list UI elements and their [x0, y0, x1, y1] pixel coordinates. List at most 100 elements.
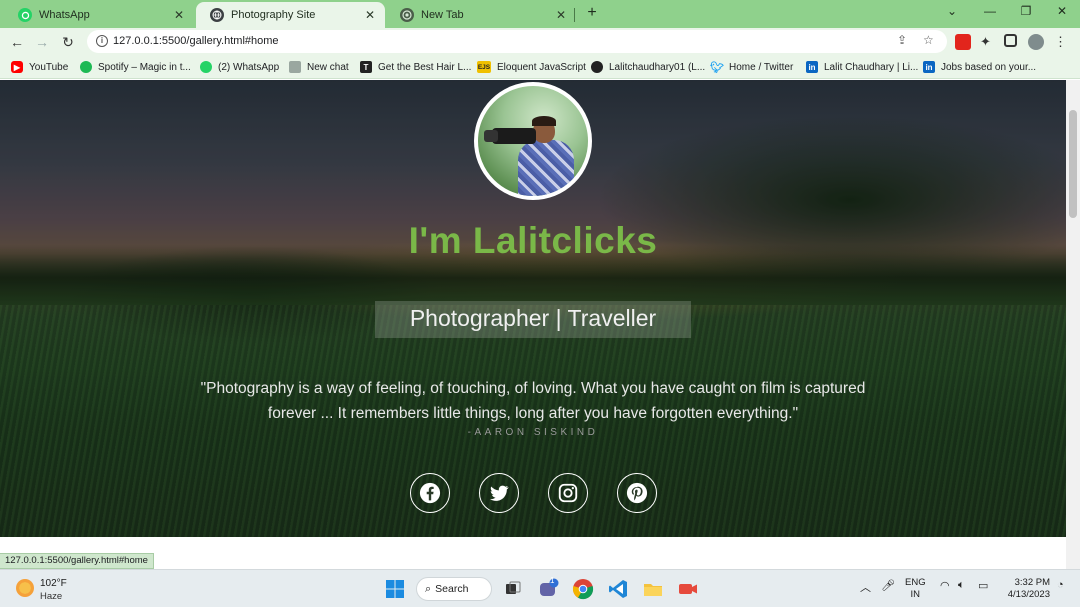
instagram-icon	[558, 483, 578, 503]
bookmark-youtube[interactable]: ▶ YouTube	[11, 60, 68, 74]
pinterest-icon	[626, 482, 648, 504]
tab-close-icon[interactable]: ✕	[363, 8, 377, 22]
taskbar-clock[interactable]: 3:32 PM 4/13/2023	[1002, 577, 1050, 601]
bookmark-label: YouTube	[29, 61, 69, 73]
twitter-link[interactable]	[479, 473, 519, 513]
new-tab-button[interactable]: +	[582, 3, 602, 23]
close-window-button[interactable]: ✕	[1044, 0, 1080, 24]
camera-app-icon[interactable]	[677, 578, 699, 600]
t-logo-icon: T	[360, 61, 372, 73]
tab-new-tab[interactable]: New Tab ✕	[386, 2, 576, 28]
github-icon	[591, 61, 603, 73]
bookmark-label: Get the Best Hair L...	[378, 61, 472, 73]
tab-close-icon[interactable]: ✕	[554, 8, 568, 22]
bookmark-label: Lalitchaudhary01 (L...	[609, 61, 706, 73]
forward-arrow-icon[interactable]: →	[32, 32, 52, 52]
bookmark-eloquent-js[interactable]: EJS Eloquent JavaScript	[477, 60, 586, 74]
photo-shirt	[518, 140, 574, 196]
language-code: ENG	[905, 577, 926, 588]
clock-date: 4/13/2023	[1007, 589, 1050, 600]
tab-title: Photography Site	[231, 9, 316, 21]
browser-toolbar: ← → ↻ i 127.0.0.1:5500/gallery.html#home…	[0, 28, 1080, 55]
tab-photography-site[interactable]: Photography Site ✕	[196, 2, 385, 28]
bookmark-star-icon[interactable]: ☆	[923, 33, 934, 47]
hero-headline: I'm Lalitclicks	[408, 220, 658, 261]
bookmark-hair[interactable]: T Get the Best Hair L...	[360, 60, 471, 74]
taskbar-search[interactable]: ⌕ Search	[416, 577, 492, 601]
restore-button[interactable]: ❐	[1008, 0, 1044, 24]
windows-taskbar: 102°F Haze ⌕ Search 1 ︿ 🎤︎ ENG IN ◠ 🔈︎ ▭…	[0, 569, 1080, 607]
teams-chat-icon[interactable]: 1	[537, 576, 559, 600]
tray-chevron-up-icon[interactable]: ︿	[860, 579, 871, 595]
profile-photo	[474, 82, 592, 200]
hero-quote: "Photography is a way of feeling, of tou…	[200, 380, 866, 422]
twitter-icon	[490, 485, 509, 501]
reload-icon[interactable]: ↻	[58, 32, 78, 52]
bookmark-whatsapp[interactable]: (2) WhatsApp	[200, 60, 279, 74]
ejs-icon: EJS	[477, 61, 491, 73]
menu-kebab-icon[interactable]: ⋮	[1054, 34, 1070, 50]
weather-haze-icon[interactable]	[16, 579, 34, 597]
bookmark-linkedin-profile[interactable]: in Lalit Chaudhary | Li...	[806, 60, 918, 74]
bookmark-github[interactable]: Lalitchaudhary01 (L...	[591, 60, 705, 74]
tab-separator	[574, 8, 575, 22]
bookmark-label: Home / Twitter	[729, 61, 794, 73]
twitter-icon: 🐦︎	[710, 61, 724, 74]
tab-strip: WhatsApp ✕ Photography Site ✕ New Tab ✕ …	[0, 0, 1080, 28]
whatsapp-icon	[200, 61, 212, 73]
bookmark-new-chat[interactable]: New chat	[289, 60, 349, 74]
bookmark-linkedin-jobs[interactable]: in Jobs based on your...	[923, 60, 1036, 74]
quote-author: -AARON SISKIND	[467, 427, 599, 438]
bookmark-label: (2) WhatsApp	[218, 61, 280, 73]
whatsapp-icon	[18, 8, 32, 22]
url-text[interactable]: 127.0.0.1:5500/gallery.html#home	[113, 35, 279, 47]
volume-icon[interactable]: 🔈︎	[958, 579, 965, 592]
bookmark-label: Lalit Chaudhary | Li...	[824, 61, 919, 73]
tab-title: New Tab	[421, 9, 464, 21]
task-view-icon[interactable]	[502, 578, 524, 600]
site-info-icon[interactable]: i	[96, 35, 108, 47]
minimize-button[interactable]: —	[972, 0, 1008, 24]
linkedin-icon: in	[806, 61, 818, 73]
chrome-taskbar-icon[interactable]	[572, 578, 594, 600]
facebook-link[interactable]	[410, 473, 450, 513]
back-arrow-icon[interactable]: ←	[7, 32, 27, 52]
weather-condition[interactable]: Haze	[40, 591, 62, 602]
pinterest-link[interactable]	[617, 473, 657, 513]
notifications-icon[interactable]: ◔	[1057, 579, 1064, 591]
file-explorer-icon[interactable]	[642, 578, 664, 600]
bookmark-label: Eloquent JavaScript	[497, 61, 586, 73]
acrobat-extension-icon[interactable]	[955, 34, 971, 50]
instagram-link[interactable]	[548, 473, 588, 513]
scrollbar-thumb[interactable]	[1069, 110, 1077, 218]
linkedin-icon: in	[923, 61, 935, 73]
search-label: Search	[435, 583, 469, 595]
profile-avatar[interactable]	[1028, 34, 1044, 50]
link-status-bubble: 127.0.0.1:5500/gallery.html#home	[0, 553, 154, 569]
side-panel-icon[interactable]	[1004, 34, 1017, 47]
page-scrollbar[interactable]	[1066, 80, 1080, 569]
language-indicator[interactable]: ENG IN	[905, 577, 926, 601]
extensions-puzzle-icon[interactable]: ✦	[980, 34, 996, 50]
tab-search-chevron-icon[interactable]: ⌄	[934, 0, 970, 24]
chat-icon	[289, 61, 301, 73]
bookmark-twitter[interactable]: 🐦︎ Home / Twitter	[710, 60, 794, 74]
tab-whatsapp[interactable]: WhatsApp ✕	[4, 2, 194, 28]
bookmark-label: New chat	[307, 61, 349, 73]
weather-temperature[interactable]: 102°F	[40, 578, 67, 589]
microphone-icon[interactable]: 🎤︎	[881, 579, 895, 592]
wifi-icon[interactable]: ◠	[940, 579, 950, 592]
vscode-icon[interactable]	[607, 578, 629, 600]
address-bar[interactable]: i 127.0.0.1:5500/gallery.html#home ⇪ ☆	[87, 30, 947, 53]
windows-start-icon[interactable]	[384, 578, 406, 600]
photo-camera-lens	[484, 130, 498, 142]
page-viewport: I'm Lalitclicks Photographer | Traveller…	[0, 80, 1066, 569]
battery-icon[interactable]: ▭	[978, 579, 988, 592]
photo-camera	[492, 128, 536, 144]
bookmark-label: Jobs based on your...	[941, 61, 1037, 73]
bookmarks-bar: ▶ YouTube Spotify – Magic in t... (2) Wh…	[0, 55, 1080, 79]
share-icon[interactable]: ⇪	[897, 33, 907, 47]
tab-title: WhatsApp	[39, 9, 90, 21]
bookmark-spotify[interactable]: Spotify – Magic in t...	[80, 60, 191, 74]
tab-close-icon[interactable]: ✕	[172, 8, 186, 22]
